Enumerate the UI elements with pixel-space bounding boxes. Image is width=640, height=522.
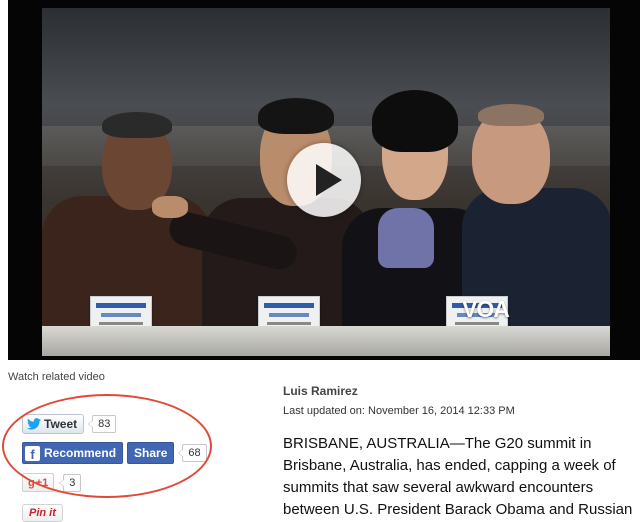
- last-updated: Last updated on: November 16, 2014 12:33…: [283, 405, 515, 417]
- pinterest-button[interactable]: Pin it: [22, 504, 63, 522]
- play-button[interactable]: [287, 143, 361, 217]
- voa-watermark: VOA: [462, 296, 510, 322]
- article-body: BRISBANE, AUSTRALIA—The G20 summit in Br…: [283, 435, 633, 518]
- highlight-ring: [2, 394, 212, 498]
- watch-related-video-link[interactable]: Watch related video: [8, 371, 105, 383]
- table-edge: [42, 326, 610, 356]
- author-name[interactable]: Luis Ramirez: [283, 384, 358, 398]
- play-icon: [316, 164, 342, 196]
- video-player[interactable]: VOA: [8, 0, 640, 360]
